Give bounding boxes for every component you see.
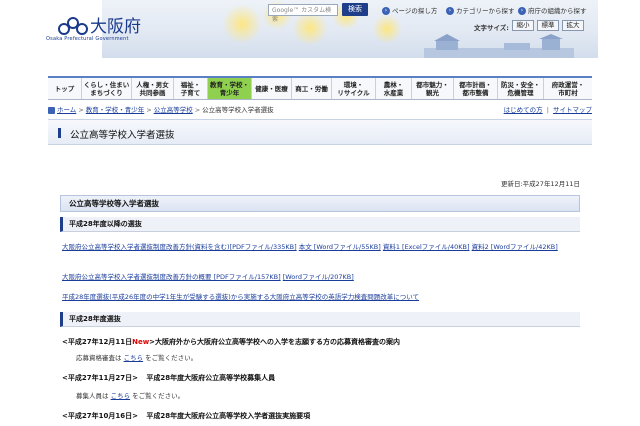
nav-disaster[interactable]: 防災・安全・ 危機管理 (498, 78, 544, 99)
search-input[interactable]: Google™ カスタム検索 (268, 4, 338, 23)
breadcrumb-public-high-school[interactable]: 公立高等学校 (154, 106, 193, 114)
entry-enrollment-detail: 募集人員は こちら をご覧ください。 (76, 392, 185, 400)
entry-eligibility-detail: 応募資格審査は こちら をご覧ください。 (76, 354, 198, 362)
nav-human-rights[interactable]: 人権・男女 共同参画 (132, 78, 174, 99)
nav-welfare[interactable]: 福祉・ 子育て (174, 78, 208, 99)
arrow-icon: › (382, 7, 390, 15)
summary-word-link[interactable]: [Wordファイル/207KB] (283, 273, 354, 281)
english-reform-link[interactable]: 平成28年度選抜(平成26年度の中学1年生が受験する選抜)から実施する大阪府立高… (62, 293, 419, 301)
material1-excel-link[interactable]: 資料1 [Excelファイル/40KB] (383, 243, 470, 251)
site-header: 大阪府 Osaka Prefectural Government Google™… (0, 0, 640, 72)
utility-links: はじめての方 | サイトマップ (503, 106, 592, 114)
entry-guidelines: <平成27年10月16日> 平成28年度大阪府公立高等学校入学者選抜実施要項 (62, 412, 311, 420)
summary-pdf-link[interactable]: 大阪府公立高等学校入学者選抜制度改善方針の概要 [PDFファイル/157KB] (62, 273, 281, 281)
toplink-organization[interactable]: › 府庁の組織から探す (518, 5, 587, 15)
nav-administration[interactable]: 府政運営・ 市町村 (544, 78, 592, 99)
breadcrumb-current: 公立高等学校入学者選抜 (202, 106, 274, 114)
policy-pdf-link[interactable]: 大阪府公立高等学校入学者選抜制度改善方針(資料を含む)[PDFファイル/335K… (62, 243, 297, 251)
nav-tourism[interactable]: 都市魅力・ 観光 (412, 78, 454, 99)
global-nav: トップ くらし・住まい まちづくり 人権・男女 共同参画 福祉・ 子育て 教育・… (48, 76, 592, 100)
title-marker-icon (58, 128, 66, 138)
first-time-link[interactable]: はじめての方 (504, 106, 543, 114)
nav-environment[interactable]: 環境・ リサイクル (332, 78, 376, 99)
search-button[interactable]: 検索 (342, 3, 368, 16)
toplink-how-to-find[interactable]: › ページの探し方 (382, 5, 437, 15)
updated-date: 更新日:平成27年12月11日 (500, 180, 580, 188)
entry-eligibility: <平成27年12月11日New>大阪府外から大阪府公立高等学校への入学を志願する… (62, 338, 401, 346)
osaka-emblem-icon (58, 17, 88, 35)
castle-illustration (424, 34, 574, 58)
link-row-policy: 大阪府公立高等学校入学者選抜制度改善方針(資料を含む)[PDFファイル/335K… (62, 242, 572, 252)
font-size-label: 文字サイズ: (474, 24, 509, 32)
arrow-icon: › (446, 7, 454, 15)
nav-urban-planning[interactable]: 都市計画・ 都市整備 (454, 78, 498, 99)
font-standard-button[interactable]: 標準 (537, 20, 559, 31)
eligibility-here-link[interactable]: こちら (124, 354, 144, 362)
arrow-icon: › (518, 7, 526, 15)
font-large-button[interactable]: 拡大 (562, 20, 584, 31)
material2-word-link[interactable]: 資料2 [Wordファイル/42KB] (472, 243, 558, 251)
nav-health[interactable]: 健康・医療 (252, 78, 292, 99)
link-row-summary: 大阪府公立高等学校入学者選抜制度改善方針の概要 [PDFファイル/157KB] … (62, 272, 572, 282)
breadcrumb-home[interactable]: ホーム (57, 106, 76, 114)
nav-commerce[interactable]: 商工・労働 (292, 78, 332, 99)
logo-english: Osaka Prefectural Government (46, 36, 129, 42)
nav-living[interactable]: くらし・住まい まちづくり (82, 78, 132, 99)
nav-education[interactable]: 教育・学校・ 青少年 (208, 78, 252, 99)
policy-body-word-link[interactable]: 本文 [Wordファイル/55KB] (299, 243, 381, 251)
nav-agriculture[interactable]: 農林・ 水産業 (376, 78, 412, 99)
nav-top[interactable]: トップ (48, 78, 82, 99)
breadcrumb: ホーム > 教育・学校・青少年 > 公立高等学校 > 公立高等学校入学者選抜 はじめての方 … (48, 104, 592, 115)
home-icon (48, 106, 55, 114)
sitemap-link[interactable]: サイトマップ (553, 106, 592, 114)
subheading-2016-onward: 平成28年度以降の選抜 (60, 217, 580, 232)
entry-enrollment: <平成27年11月27日> 平成28年度大阪府公立高等学校募集人員 (62, 374, 276, 382)
new-badge: New (132, 338, 150, 346)
font-small-button[interactable]: 縮小 (512, 20, 534, 31)
subheading-2016: 平成28年度選抜 (60, 312, 580, 327)
breadcrumb-education[interactable]: 教育・学校・青少年 (86, 106, 145, 114)
logo-text: 大阪府 (90, 17, 141, 37)
link-row-english-reform: 平成28年度選抜(平成26年度の中学1年生が受験する選抜)から実施する大阪府立高… (62, 292, 572, 302)
toplink-categories[interactable]: › カテゴリーから探す (446, 5, 515, 15)
page-title-bar: 公立高等学校入学者選抜 (48, 119, 592, 145)
enrollment-here-link[interactable]: こちら (111, 392, 131, 400)
page-title: 公立高等学校入学者選抜 (70, 130, 175, 141)
section-heading: 公立高等学校等入学者選抜 (60, 195, 580, 212)
